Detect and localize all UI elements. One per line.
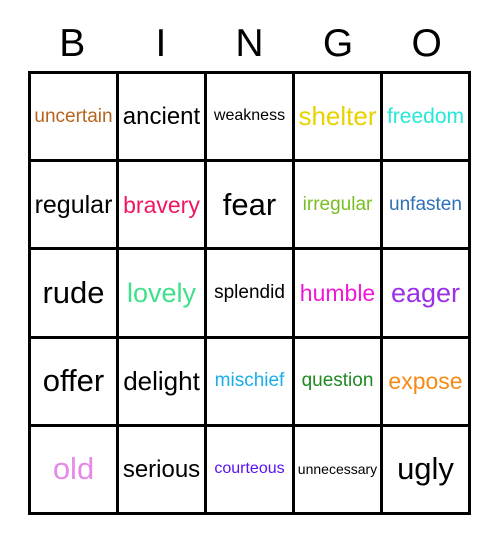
bingo-header-letter-n: N <box>235 21 264 65</box>
bingo-header-letter-g: G <box>322 21 354 65</box>
bingo-cell[interactable]: bravery <box>119 162 207 251</box>
bingo-cell[interactable]: ancient <box>119 74 207 163</box>
bingo-cell-label: splendid <box>214 282 285 304</box>
bingo-cell[interactable]: rude <box>31 250 119 339</box>
bingo-cell[interactable]: humble <box>295 250 383 339</box>
bingo-cell-label: humble <box>299 279 376 306</box>
bingo-card: B I N G O uncertain ancient weakness shelte… <box>0 0 501 544</box>
bingo-cell-label: freedom <box>386 104 465 128</box>
bingo-cell[interactable]: lovely <box>119 250 207 339</box>
bingo-cell-label: question <box>301 370 374 392</box>
bingo-cell-label: lovely <box>126 277 197 308</box>
bingo-cell-label: bravery <box>123 191 200 218</box>
bingo-cell-label: irregular <box>302 193 373 215</box>
bingo-cell[interactable]: regular <box>31 162 119 251</box>
bingo-header-letter-i: I <box>155 21 167 65</box>
bingo-cell-label: shelter <box>298 100 377 131</box>
bingo-cell-label: fear <box>222 186 277 222</box>
bingo-cell-label: rude <box>42 274 105 310</box>
bingo-cell-label: weakness <box>213 107 286 125</box>
bingo-cell[interactable]: expose <box>383 338 471 427</box>
bingo-cell-label: old <box>52 451 95 487</box>
bingo-cell[interactable]: question <box>295 338 383 427</box>
bingo-header-letter-b: B <box>59 21 86 65</box>
bingo-cell[interactable]: offer <box>31 338 119 427</box>
bingo-cell[interactable]: splendid <box>207 250 295 339</box>
bingo-cell-label: expose <box>388 368 463 395</box>
bingo-cell-label: ancient <box>122 103 201 130</box>
bingo-cell-label: delight <box>123 365 200 396</box>
bingo-cell[interactable]: serious <box>119 426 207 515</box>
bingo-cell[interactable]: old <box>31 426 119 515</box>
bingo-cell[interactable]: shelter <box>295 74 383 163</box>
bingo-cell-label: uncertain <box>34 105 113 127</box>
bingo-grid: uncertain ancient weakness shelter freedom re… <box>28 71 471 515</box>
bingo-cell[interactable]: weakness <box>207 74 295 163</box>
bingo-cell[interactable]: mischief <box>207 338 295 427</box>
bingo-cell[interactable]: ugly <box>383 426 471 515</box>
bingo-cell[interactable]: uncertain <box>31 74 119 163</box>
bingo-cell[interactable]: unnecessary <box>295 426 383 515</box>
bingo-cell[interactable]: courteous <box>207 426 295 515</box>
bingo-cell-label: regular <box>34 190 113 219</box>
bingo-cell-label: mischief <box>214 370 285 392</box>
bingo-cell-label: ugly <box>397 451 454 487</box>
bingo-cell[interactable]: fear <box>207 162 295 251</box>
bingo-cell-label: eager <box>390 277 461 308</box>
bingo-cell-label: courteous <box>214 459 285 477</box>
bingo-cell-label: unfasten <box>389 193 462 215</box>
bingo-cell[interactable]: freedom <box>383 74 471 163</box>
bingo-cell[interactable]: eager <box>383 250 471 339</box>
bingo-header-row: B I N G O <box>28 18 471 68</box>
bingo-cell-label: serious <box>122 455 201 483</box>
bingo-cell[interactable]: delight <box>119 338 207 427</box>
bingo-cell[interactable]: unfasten <box>383 162 471 251</box>
bingo-header-letter-o: O <box>411 21 442 65</box>
bingo-cell[interactable]: irregular <box>295 162 383 251</box>
bingo-cell-label: offer <box>42 362 105 398</box>
bingo-cell-label: unnecessary <box>297 461 378 478</box>
